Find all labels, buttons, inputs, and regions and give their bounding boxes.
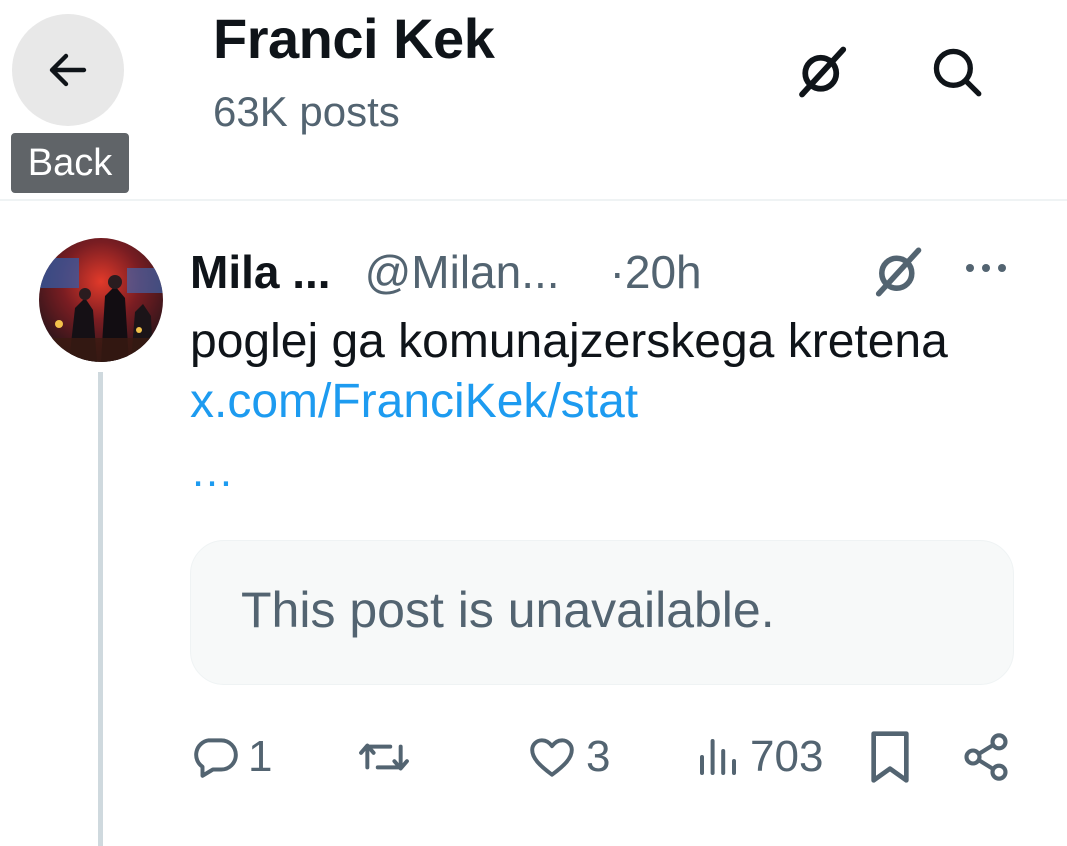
bookmark-button[interactable] [866, 722, 914, 792]
reply-icon [194, 738, 238, 778]
more-options-button[interactable] [956, 238, 1016, 298]
more-icon [966, 264, 1006, 272]
post-link[interactable]: x.com/FranciKek/stat [190, 375, 638, 428]
grok-icon [799, 46, 847, 98]
screen: Back Franci Kek 63K posts Mila ... @Mila… [0, 0, 1067, 846]
post-text: poglej ga komunajzerskega kretena x.com/… [190, 312, 1020, 432]
grok-button[interactable] [790, 40, 854, 104]
author-name[interactable]: Mila ... [190, 245, 331, 299]
back-tooltip: Back [11, 133, 129, 193]
header-divider [0, 199, 1067, 201]
top-header: Back Franci Kek 63K posts [0, 0, 1067, 201]
quoted-post-unavailable: This post is unavailable. [190, 540, 1014, 685]
like-button[interactable]: 3 [526, 722, 610, 792]
post-grok-button[interactable] [866, 240, 930, 304]
repost-icon [359, 743, 409, 771]
link-ellipsis[interactable]: … [190, 450, 234, 494]
author-handle[interactable]: @Milan... [365, 245, 560, 299]
post-header: Mila ... @Milan... ·20h [190, 240, 702, 304]
avatar[interactable] [39, 238, 163, 362]
post-timestamp[interactable]: ·20h [610, 245, 702, 299]
reply-button[interactable]: 1 [190, 722, 272, 792]
heart-icon [530, 738, 574, 777]
share-icon [964, 733, 1008, 781]
avatar-image [39, 238, 163, 362]
posts-count: 63K posts [213, 88, 400, 135]
post-actions: 1 3 703 [190, 722, 1020, 792]
reply-count: 1 [248, 732, 273, 781]
grok-icon [875, 247, 922, 297]
post-body: poglej ga komunajzerskega kretena [190, 315, 948, 368]
arrow-left-icon [49, 53, 87, 87]
like-count: 3 [586, 732, 611, 781]
views-icon [700, 739, 736, 775]
share-button[interactable] [960, 722, 1012, 792]
unavailable-message: This post is unavailable. [241, 582, 775, 638]
views-count: 703 [750, 732, 824, 781]
back-button[interactable] [12, 14, 124, 126]
thread-line [98, 372, 103, 846]
search-icon [933, 48, 982, 97]
search-button[interactable] [925, 40, 989, 104]
bookmark-icon [871, 731, 909, 783]
repost-button[interactable] [356, 722, 412, 792]
views-button[interactable]: 703 [694, 722, 823, 792]
profile-name-title: Franci Kek [213, 7, 495, 70]
